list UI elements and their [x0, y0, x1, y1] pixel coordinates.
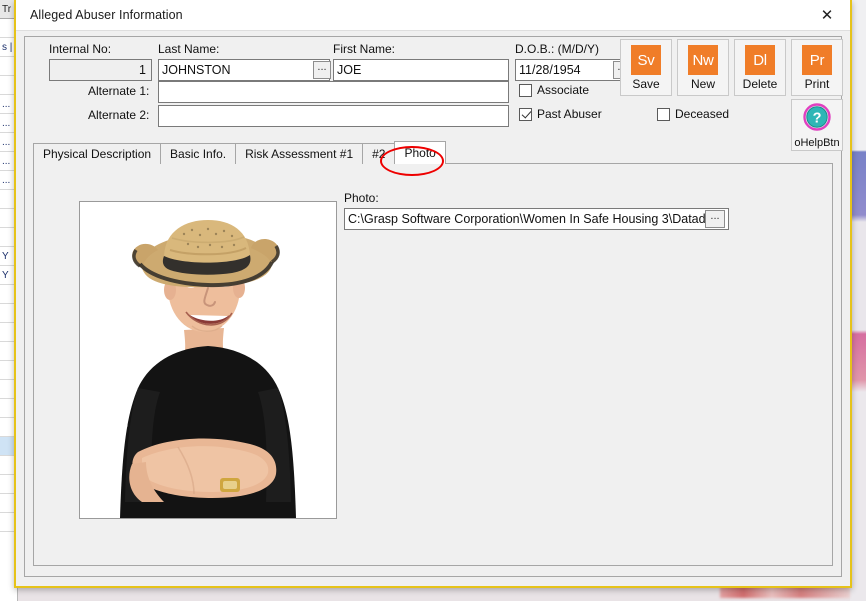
alternate-2-label: Alternate 2:: [88, 108, 150, 122]
deceased-checkbox-row[interactable]: Deceased: [657, 107, 729, 121]
tab-basic-info[interactable]: Basic Info.: [160, 143, 237, 164]
first-name-value: JOE: [337, 63, 362, 77]
photo-path-input[interactable]: C:\Grasp Software Corporation\Women In S…: [344, 208, 729, 230]
dialog-inner-frame: Internal No: Last Name: First Name: D.O.…: [24, 36, 843, 577]
identity-header-area: Internal No: Last Name: First Name: D.O.…: [25, 37, 843, 151]
new-button-label: New: [690, 77, 715, 91]
print-icon: Pr: [802, 45, 832, 75]
past-abuser-checkbox[interactable]: [519, 107, 532, 121]
abuser-photo-image: [80, 202, 336, 518]
photo-preview: [79, 201, 337, 519]
associate-label: Associate: [537, 83, 590, 97]
internal-no-label: Internal No:: [49, 42, 112, 56]
deceased-checkbox[interactable]: [657, 107, 670, 121]
svg-text:?: ?: [813, 110, 822, 126]
last-name-lookup-button[interactable]: ...: [313, 61, 331, 79]
print-button-label: Print: [804, 77, 830, 91]
tab-strip: Physical Description Basic Info. Risk As…: [33, 141, 833, 164]
delete-button-label: Delete: [742, 77, 778, 91]
associate-checkbox-row[interactable]: Associate: [519, 83, 589, 97]
tab-photo[interactable]: Photo: [394, 141, 446, 164]
alternate-2-input[interactable]: [158, 105, 509, 127]
last-name-input[interactable]: JOHNSTON: [158, 59, 330, 81]
past-abuser-checkbox-row[interactable]: Past Abuser: [519, 107, 602, 121]
dialog-titlebar: Alleged Abuser Information ✕: [16, 0, 850, 31]
last-name-label: Last Name:: [158, 42, 220, 56]
internal-no-field: 1: [49, 59, 152, 81]
photo-path-browse-button[interactable]: ...: [705, 210, 725, 228]
alternate-1-input[interactable]: [158, 81, 509, 103]
deceased-label: Deceased: [675, 107, 730, 121]
dob-label: D.O.B.: (M/D/Y): [515, 42, 599, 56]
photo-tab-panel: Photo: C:\Grasp Software Corporation\Wom…: [33, 163, 833, 566]
save-button[interactable]: Sv Save: [620, 39, 672, 96]
associate-checkbox[interactable]: [519, 83, 532, 97]
past-abuser-label: Past Abuser: [537, 107, 602, 121]
alternate-1-label: Alternate 1:: [88, 84, 150, 98]
tab-risk-assessment-2[interactable]: #2: [362, 143, 396, 164]
print-button[interactable]: Pr Print: [791, 39, 843, 96]
first-name-input[interactable]: JOE: [333, 59, 509, 81]
dialog-title: Alleged Abuser Information: [30, 8, 183, 22]
dob-value: 11/28/1954: [519, 63, 581, 77]
save-icon: Sv: [631, 45, 661, 75]
delete-icon: Dl: [745, 45, 775, 75]
alleged-abuser-information-dialog: Alleged Abuser Information ✕ Internal No…: [14, 0, 852, 588]
new-button[interactable]: Nw New: [677, 39, 729, 96]
background-right-content: [850, 0, 866, 601]
last-name-value: JOHNSTON: [162, 63, 231, 77]
close-icon[interactable]: ✕: [804, 0, 850, 30]
photo-path-value: C:\Grasp Software Corporation\Women In S…: [348, 212, 713, 226]
photo-path-label: Photo:: [344, 191, 379, 205]
new-icon: Nw: [688, 45, 718, 75]
dialog-body: Internal No: Last Name: First Name: D.O.…: [16, 31, 850, 586]
save-button-label: Save: [632, 77, 660, 91]
delete-button[interactable]: Dl Delete: [734, 39, 786, 96]
tab-physical-description[interactable]: Physical Description: [33, 143, 162, 164]
tab-risk-assessment-1[interactable]: Risk Assessment #1: [235, 143, 364, 164]
help-question-icon: ?: [803, 103, 831, 136]
internal-no-value: 1: [139, 63, 146, 77]
first-name-label: First Name:: [333, 42, 396, 56]
